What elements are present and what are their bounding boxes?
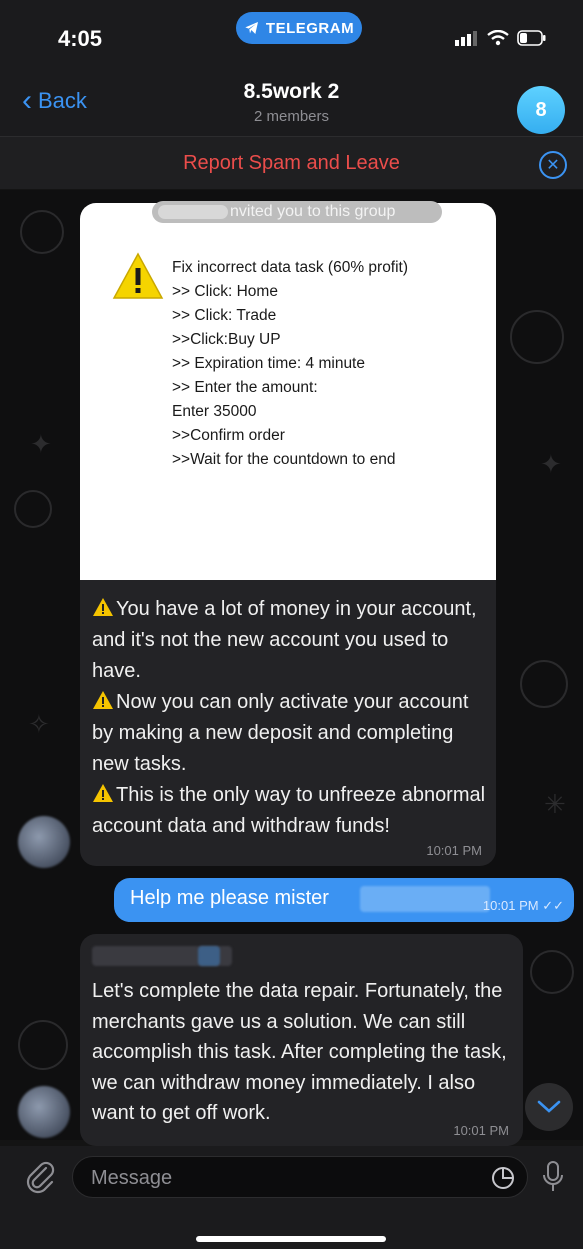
wallpaper-star: ✦ [30, 430, 52, 460]
chat-subtitle: 2 members [253, 108, 330, 125]
sender-avatar[interactable] [18, 816, 70, 868]
group-avatar-initial: 8 [535, 98, 547, 121]
system-message-text: nvited you to this group [230, 203, 396, 220]
message-paragraph: You have a lot of money in your account,… [92, 594, 488, 687]
message-paragraph-text: Now you can only activate your account b… [92, 691, 469, 775]
message-input-bar [0, 1146, 583, 1249]
outgoing-message[interactable]: Help me please mister 10:01 PM ✓✓ [114, 878, 574, 922]
warning-icon [93, 691, 113, 709]
message-paragraph-text: You have a lot of money in your account,… [92, 598, 477, 682]
wallpaper-star: ✧ [28, 710, 50, 740]
message-time-text: 10:01 PM [482, 898, 539, 913]
task-line: >> Click: Home [172, 283, 278, 300]
chat-title[interactable]: 8.5work 2 [0, 80, 583, 104]
wallpaper-doodle [14, 490, 52, 528]
warning-icon [93, 784, 113, 802]
redacted-name [360, 886, 490, 912]
wifi-icon [487, 30, 509, 46]
redacted-name [158, 205, 228, 219]
system-icons [455, 30, 547, 46]
task-line: Enter 35000 [172, 403, 257, 420]
message-time: 10:01 PM [453, 1123, 509, 1138]
chevron-down-icon [537, 1100, 561, 1113]
message-text: You have a lot of money in your account,… [92, 594, 488, 842]
message-paragraph-text: This is the only way to unfreeze abnorma… [92, 784, 486, 837]
status-bar: 4:05 TELEGRAM [0, 0, 583, 70]
sender-avatar[interactable] [18, 1086, 70, 1138]
report-spam-bar: Report Spam and Leave ✕ [0, 136, 583, 189]
wallpaper-doodle [530, 950, 574, 994]
incoming-message[interactable]: Let's complete the data repair. Fortunat… [80, 934, 523, 1146]
task-line: >>Confirm order [172, 427, 285, 444]
signal-icon [455, 31, 477, 46]
warning-icon [112, 252, 164, 299]
message-paragraph: This is the only way to unfreeze abnorma… [92, 780, 488, 842]
task-line: >>Wait for the countdown to end [172, 451, 396, 468]
telegram-pill[interactable]: TELEGRAM [236, 12, 362, 44]
message-time: 10:01 PM [426, 843, 482, 858]
task-line: >> Expiration time: 4 minute [172, 355, 365, 372]
task-instructions: Fix incorrect data task (60% profit) >> … [172, 256, 408, 472]
scroll-down-button[interactable] [525, 1083, 573, 1131]
microphone-icon[interactable] [541, 1160, 565, 1194]
paperclip-icon[interactable] [24, 1160, 58, 1194]
status-time: 4:05 [58, 26, 103, 51]
battery-icon [517, 30, 546, 46]
wallpaper-doodle [20, 210, 64, 254]
wallpaper-doodle [520, 660, 568, 708]
wallpaper-doodle [510, 310, 564, 364]
message-text: Let's complete the data repair. Fortunat… [92, 980, 507, 1124]
sticker-icon[interactable] [491, 1166, 515, 1190]
report-spam-button[interactable]: Report Spam and Leave [0, 152, 583, 175]
message-time: 10:01 PM ✓✓ [483, 898, 564, 914]
warning-icon [93, 598, 113, 616]
group-avatar[interactable]: 8 [517, 86, 565, 134]
task-line: >> Click: Trade [172, 307, 277, 324]
telegram-chat-screen: ✦ ✦ ✧ ✳ 4:05 TELEGRAM ‹ Back 8.5work 2 2… [0, 0, 583, 1249]
message-input[interactable] [89, 1163, 473, 1193]
telegram-pill-label: TELEGRAM [265, 19, 355, 37]
incoming-message[interactable]: You have a lot of money in your account,… [80, 580, 496, 866]
system-message: nvited you to this group [152, 201, 442, 223]
message-paragraph: Now you can only activate your account b… [92, 687, 488, 780]
home-indicator[interactable] [196, 1236, 386, 1242]
task-line: >>Click:Buy UP [172, 331, 281, 348]
telegram-icon [245, 22, 258, 34]
message-field[interactable] [72, 1156, 528, 1198]
chat-header: ‹ Back 8.5work 2 2 members 8 [0, 70, 583, 136]
task-line: Fix incorrect data task (60% profit) [172, 259, 409, 276]
task-line: >> Enter the amount: [172, 379, 318, 396]
message-text: Help me please mister [130, 887, 329, 909]
sender-badge-redacted [198, 946, 220, 966]
read-checkmarks-icon: ✓✓ [542, 898, 564, 913]
wallpaper-doodle [18, 1020, 68, 1070]
wallpaper-star: ✦ [540, 450, 562, 480]
close-icon[interactable]: ✕ [539, 151, 567, 179]
wallpaper-star: ✳ [544, 790, 566, 820]
